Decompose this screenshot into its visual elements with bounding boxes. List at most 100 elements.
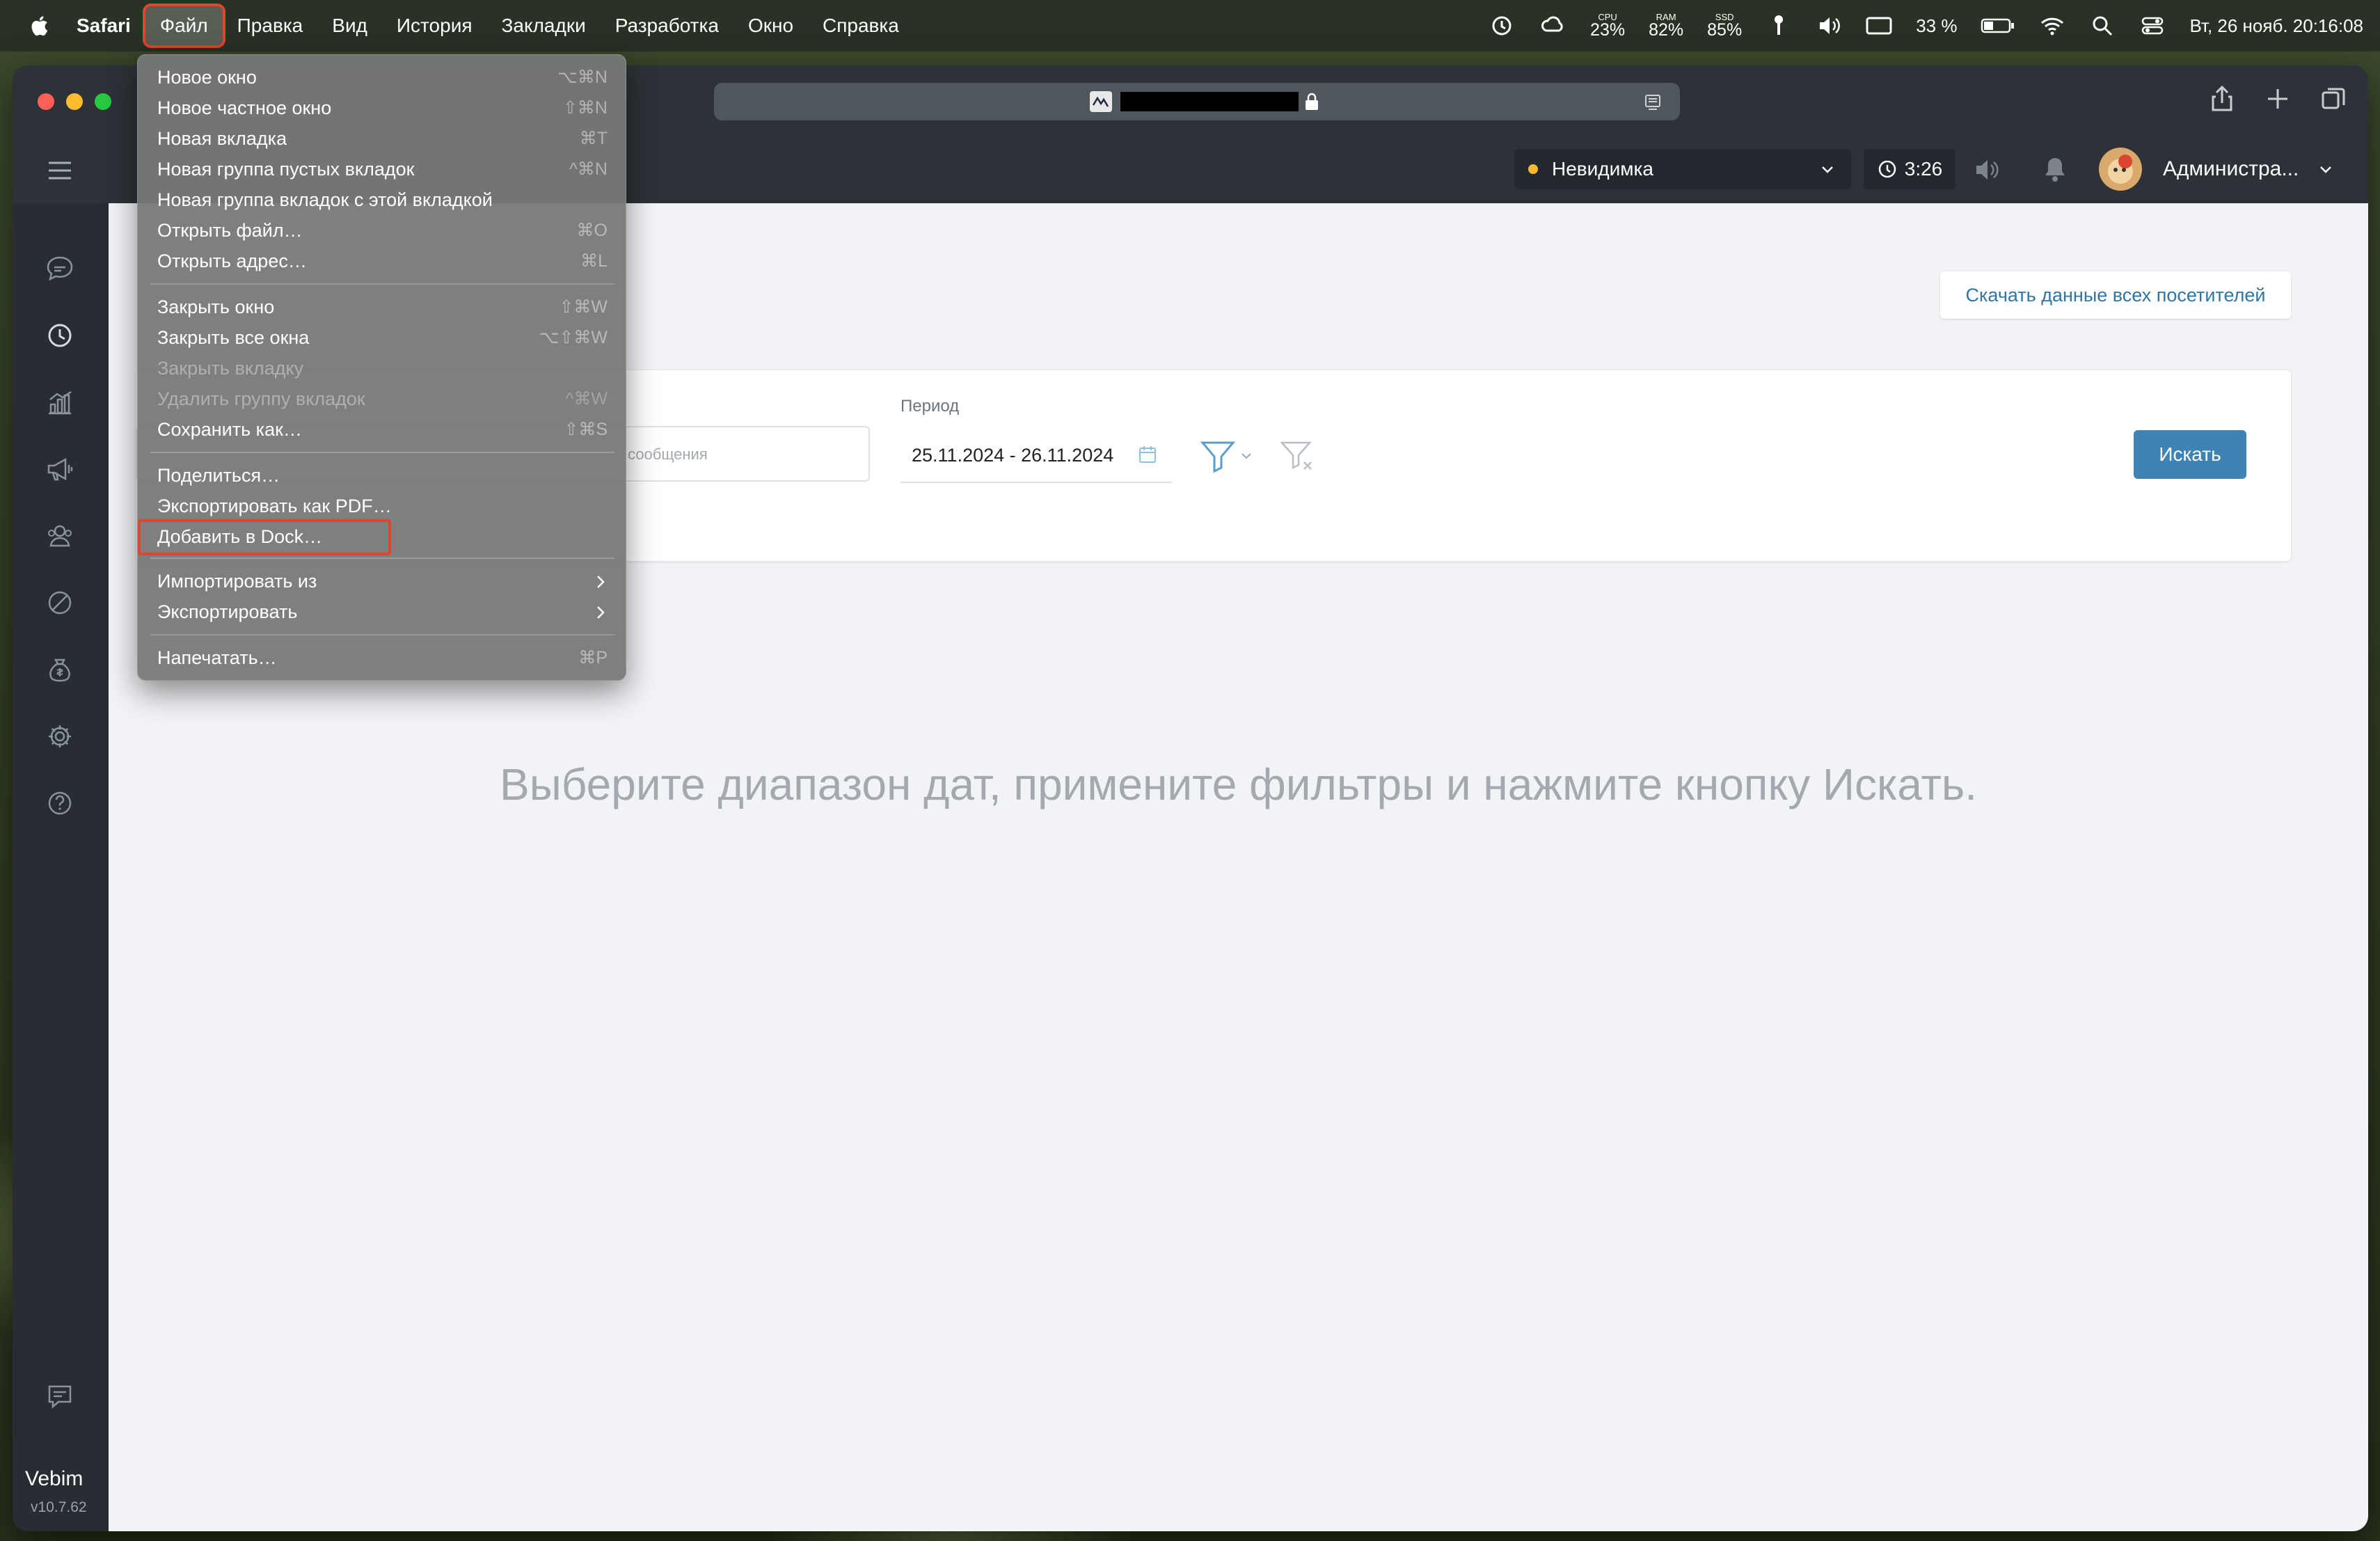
menu-item-shortcut: ⌘T xyxy=(579,129,608,148)
notification-bell-icon[interactable] xyxy=(2043,156,2067,182)
menu-item-import-from[interactable]: Импортировать из xyxy=(138,566,627,596)
menu-item-new-tab[interactable]: Новая вкладка ⌘T xyxy=(138,123,627,154)
sidebar-item-operators[interactable] xyxy=(43,519,77,553)
calendar-icon[interactable] xyxy=(1137,444,1158,465)
menu-separator xyxy=(150,452,614,453)
menu-separator xyxy=(150,634,614,635)
sidebar-item-history[interactable] xyxy=(43,319,77,352)
chevron-down-icon[interactable] xyxy=(2317,161,2334,178)
sidebar-item-statistics[interactable] xyxy=(43,386,77,419)
menu-item-export-pdf[interactable]: Экспортировать как PDF… xyxy=(138,491,627,521)
question-circle-icon xyxy=(48,791,72,815)
status-dot xyxy=(1528,164,1538,174)
menu-item-label: Закрыть вкладку xyxy=(157,358,304,379)
volume-icon[interactable] xyxy=(1816,13,1842,39)
megaphone-icon xyxy=(47,457,73,481)
users-icon xyxy=(48,525,72,547)
menu-history[interactable]: История xyxy=(382,15,487,37)
menu-item-open-location[interactable]: Открыть адрес… ⌘L xyxy=(138,246,627,276)
menu-item-new-private-window[interactable]: Новое частное окно ⇧⌘N xyxy=(138,93,627,123)
cloud-sync-icon[interactable] xyxy=(1540,13,1566,39)
download-visitors-button[interactable]: Скачать данные всех посетителей xyxy=(1940,271,2291,319)
brand-logo: Vebim xyxy=(25,1467,84,1490)
menu-item-save-as[interactable]: Сохранить как… ⇧⌘S xyxy=(138,414,627,445)
menu-item-close-all-windows[interactable]: Закрыть все окна ⌥⇧⌘W xyxy=(138,322,627,353)
hamburger-menu-icon[interactable] xyxy=(47,160,72,181)
lock-icon xyxy=(1306,93,1318,110)
sidebar-item-campaigns[interactable] xyxy=(43,452,77,486)
filter-icon[interactable] xyxy=(1198,437,1237,473)
site-favicon-icon xyxy=(1090,91,1112,112)
menu-edit[interactable]: Правка xyxy=(223,15,318,37)
tab-overview-icon[interactable] xyxy=(2319,85,2347,113)
address-bar[interactable] xyxy=(714,83,1680,120)
period-date-range-field[interactable]: 25.11.2024 - 26.11.2024 xyxy=(901,429,1172,483)
session-timer[interactable]: 3:26 xyxy=(1864,149,1955,189)
sound-icon[interactable] xyxy=(1974,157,2000,182)
menu-help[interactable]: Справка xyxy=(808,15,914,37)
avatar[interactable] xyxy=(2099,148,2142,191)
sidebar-item-billing[interactable] xyxy=(43,653,77,686)
menu-bookmarks[interactable]: Закладки xyxy=(487,15,601,37)
menu-item-new-window[interactable]: Новое окно ⌥⌘N xyxy=(138,62,627,93)
clock[interactable]: Вт, 26 нояб. 20:16:08 xyxy=(2189,15,2363,37)
apple-menu[interactable] xyxy=(0,14,77,38)
chevron-down-icon[interactable] xyxy=(1239,448,1254,464)
menu-item-open-file[interactable]: Открыть файл… ⌘O xyxy=(138,215,627,246)
menu-item-shortcut: ⌘L xyxy=(580,251,608,271)
reader-icon[interactable] xyxy=(1642,92,1663,113)
screen-time-icon[interactable] xyxy=(1490,13,1516,39)
menu-safari[interactable]: Safari xyxy=(77,15,145,37)
menu-item-shortcut: ⇧⌘W xyxy=(559,297,608,317)
menu-item-delete-tab-group: Удалить группу вкладок ^⌘W xyxy=(138,384,627,414)
user-name[interactable]: Администра... xyxy=(2163,157,2299,181)
toolbar-actions xyxy=(2208,85,2347,113)
chevron-right-icon xyxy=(597,606,605,619)
feedback-icon xyxy=(48,1385,72,1409)
menu-item-close-tab: Закрыть вкладку xyxy=(138,353,627,384)
menu-item-close-window[interactable]: Закрыть окно ⇧⌘W xyxy=(138,292,627,322)
operator-status-select[interactable]: Невидимка xyxy=(1514,149,1851,189)
menu-item-label: Открыть адрес… xyxy=(157,251,307,271)
battery-icon[interactable] xyxy=(1981,13,2015,39)
history-clock-icon xyxy=(48,324,72,347)
spotlight-search-icon[interactable] xyxy=(2089,13,2116,39)
close-window-button[interactable] xyxy=(38,93,54,110)
menu-item-shortcut: ⌘P xyxy=(578,648,608,667)
minimize-window-button[interactable] xyxy=(66,93,83,110)
menu-item-print[interactable]: Напечатать… ⌘P xyxy=(138,642,627,673)
clock-icon xyxy=(1878,160,1896,178)
sidebar-item-help[interactable] xyxy=(43,787,77,820)
menu-item-label: Открыть файл… xyxy=(157,220,303,241)
menu-develop[interactable]: Разработка xyxy=(601,15,733,37)
menu-view[interactable]: Вид xyxy=(317,15,382,37)
menu-file[interactable]: Файл xyxy=(142,3,225,48)
share-icon[interactable] xyxy=(2208,85,2236,113)
highlight-box xyxy=(138,519,391,555)
menu-item-label: Поделиться… xyxy=(157,465,280,486)
sidebar-item-blocked[interactable] xyxy=(43,586,77,619)
search-button[interactable]: Искать xyxy=(2134,430,2246,479)
menu-item-label: Удалить группу вкладок xyxy=(157,388,365,409)
sidebar-item-settings[interactable] xyxy=(43,720,77,753)
sidebar-item-chats[interactable] xyxy=(43,252,77,285)
display-icon[interactable] xyxy=(1866,13,1892,39)
zoom-window-button[interactable] xyxy=(95,93,111,110)
menu-item-new-tab-group-with-tab[interactable]: Новая группа вкладок с этой вкладкой xyxy=(138,184,627,215)
ram-value: 82% xyxy=(1649,20,1684,40)
clear-filter-icon[interactable] xyxy=(1278,438,1317,473)
menu-item-label: Экспортировать xyxy=(157,601,298,622)
menu-window[interactable]: Окно xyxy=(733,15,808,37)
key-icon[interactable] xyxy=(1766,13,1792,39)
cpu-stat[interactable]: CPU 23% xyxy=(1590,13,1625,39)
menu-item-share[interactable]: Поделиться… xyxy=(138,460,627,491)
menu-item-new-empty-tab-group[interactable]: Новая группа пустых вкладок ^⌘N xyxy=(138,154,627,184)
ssd-stat[interactable]: SSD 85% xyxy=(1707,13,1742,39)
wifi-icon[interactable] xyxy=(2039,13,2065,39)
sidebar-item-feedback[interactable] xyxy=(43,1380,77,1413)
menu-item-export[interactable]: Экспортировать xyxy=(138,596,627,627)
menu-item-label: Новая вкладка xyxy=(157,128,287,149)
new-tab-icon[interactable] xyxy=(2264,85,2292,113)
control-center-icon[interactable] xyxy=(2139,13,2166,39)
ram-stat[interactable]: RAM 82% xyxy=(1649,13,1683,39)
